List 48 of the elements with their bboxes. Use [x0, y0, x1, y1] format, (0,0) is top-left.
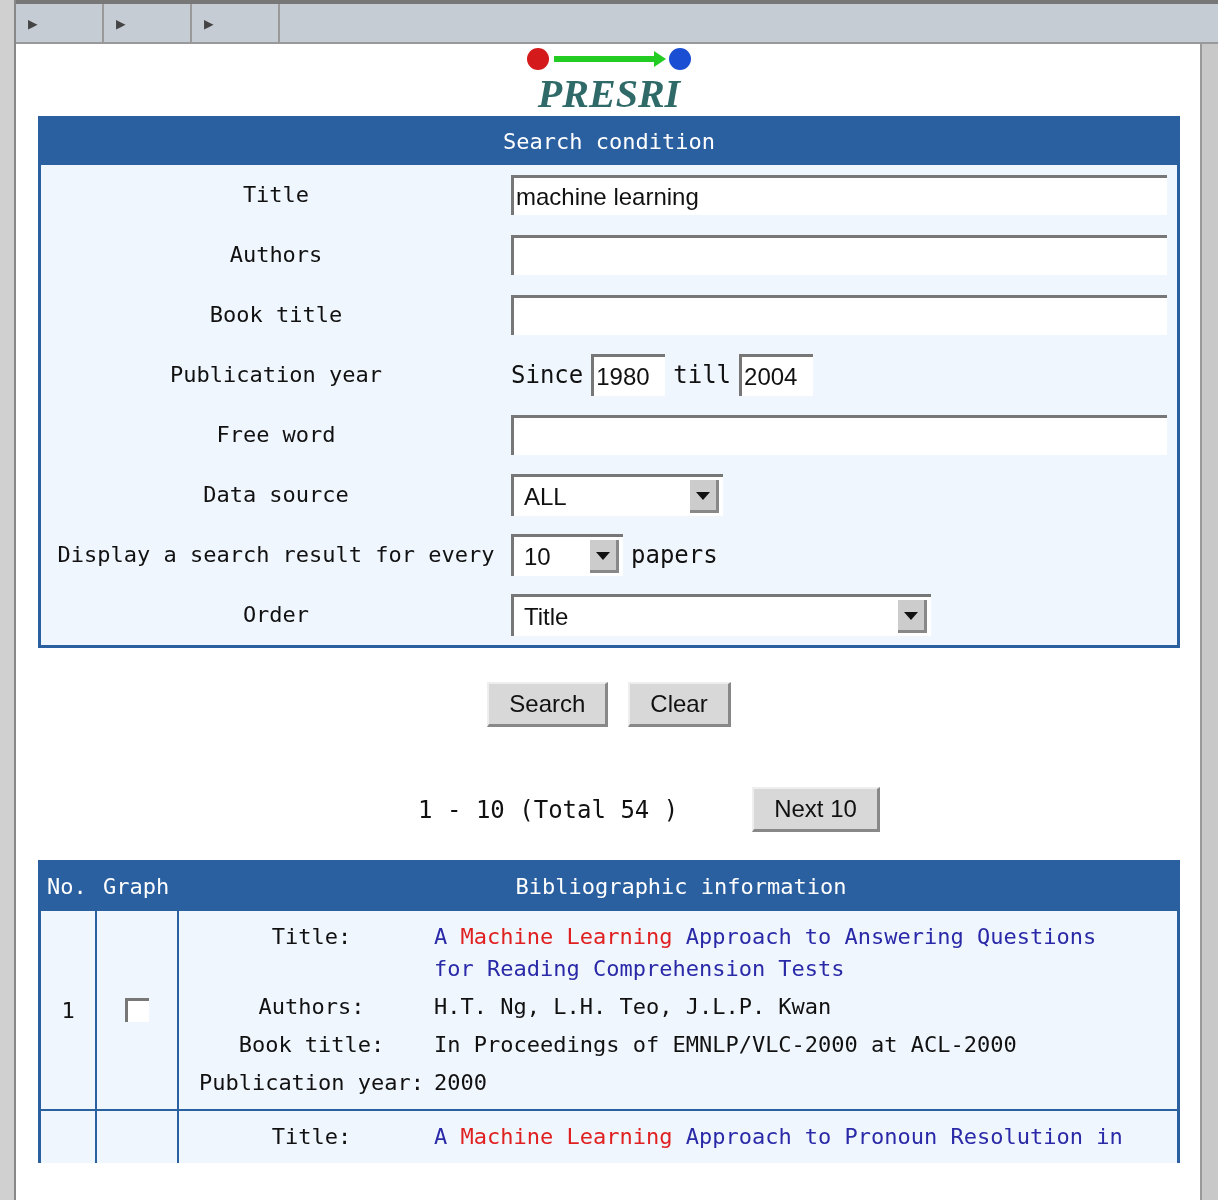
column-header: No.	[46, 873, 88, 899]
caret-icon	[690, 480, 719, 513]
text-field[interactable]	[511, 235, 1167, 275]
field-label: Publication year	[169, 361, 383, 389]
info-label: Title:	[270, 1123, 353, 1151]
info-label: Authors:	[257, 993, 366, 1021]
text-field[interactable]	[511, 295, 1167, 335]
since-label: Since	[511, 361, 584, 389]
logo-arrow-icon	[524, 46, 694, 72]
text-field[interactable]: machine learning	[511, 175, 1167, 215]
info-label: Publication year:	[197, 1069, 426, 1097]
info-label: Book title:	[237, 1031, 386, 1059]
dropdown[interactable]: 10	[511, 534, 623, 576]
nav-tab[interactable]: ▶	[104, 4, 192, 42]
caret-icon	[898, 600, 927, 633]
caret-icon	[590, 540, 619, 573]
field-label: Free word	[215, 421, 337, 449]
panel-title: Search condition	[41, 119, 1177, 165]
paper-title-link[interactable]: A Machine Learning Approach to Answering Questions for Reading Comprehension Tests	[434, 921, 1137, 985]
info-value: H.T. Ng, L.H. Teo, J.L.P. Kwan	[434, 993, 833, 1021]
nav-tab[interactable]: ▶	[16, 4, 104, 42]
field-label: Book title	[208, 301, 344, 329]
info-value: 2000	[434, 1069, 488, 1097]
year-field[interactable]: 1980	[591, 354, 666, 396]
dropdown[interactable]: ALL	[511, 474, 723, 516]
column-header: Graph	[102, 873, 171, 899]
field-label: Order	[241, 601, 311, 629]
info-value: In Proceedings of EMNLP/VLC-2000 at ACL-2000	[434, 1031, 1018, 1059]
form-button[interactable]: Clear	[628, 682, 731, 727]
next-button[interactable]: Next 10	[752, 787, 880, 832]
unit-label: papers	[631, 541, 718, 569]
column-header: Bibliographic information	[514, 873, 848, 899]
row-number: 1	[61, 997, 75, 1023]
field-label: Authors	[228, 241, 324, 269]
graph-checkbox[interactable]	[125, 998, 149, 1022]
field-label: Data source	[202, 481, 350, 509]
text-field[interactable]	[511, 415, 1167, 455]
year-field[interactable]: 2004	[739, 354, 814, 396]
dropdown[interactable]: Title	[511, 594, 931, 636]
nav-tab[interactable]: ▶	[192, 4, 280, 42]
field-label: Title	[241, 181, 311, 209]
form-button[interactable]: Search	[487, 682, 609, 727]
logo: PRESRI	[536, 72, 682, 116]
till-label: till	[673, 361, 732, 389]
info-label: Title:	[270, 923, 353, 951]
paper-title-link[interactable]: A Machine Learning Approach to Pronoun Resolution in	[434, 1121, 1137, 1153]
field-label: Display a search result for every	[56, 541, 496, 569]
result-count: 1 - 10 (Total 54 )	[418, 795, 679, 824]
